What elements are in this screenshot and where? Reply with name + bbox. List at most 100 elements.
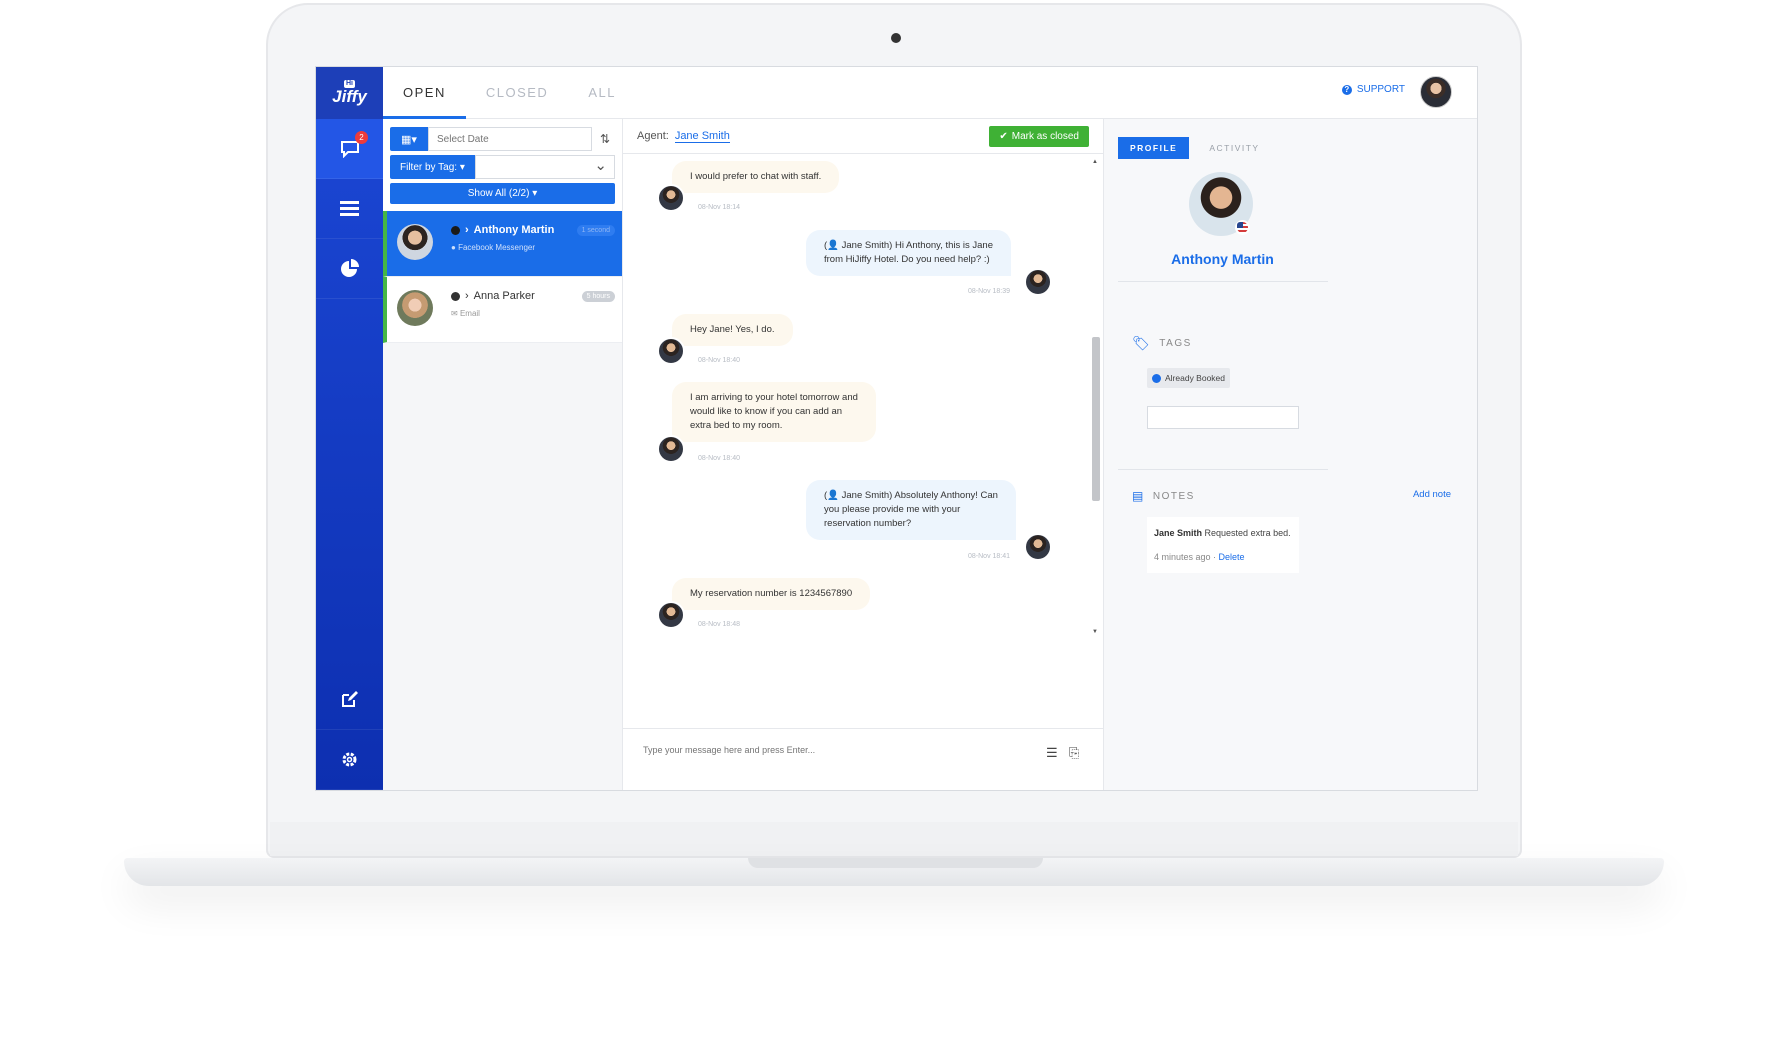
message-bubble: (👤 Jane Smith) Absolutely Anthony! Can y… (806, 480, 1016, 540)
message-bubble: My reservation number is 1234567890 (672, 578, 871, 610)
app-screen: Hi Jiffy 2 OPEN CLOSED ALL ? SUPPORT ▦▾ … (315, 66, 1478, 791)
message-time: 08-Nov 18:39 (968, 288, 1011, 295)
note-card: Jane Smith Requested extra bed. 4 minute… (1147, 517, 1299, 573)
tags-heading: 🏷 TAGS (1132, 335, 1192, 352)
laptop-notch (748, 858, 1043, 868)
chevron-right-icon: › (465, 224, 469, 236)
list-icon (340, 200, 359, 216)
scroll-up-icon[interactable]: ▲ (1092, 159, 1098, 165)
agent-avatar (1024, 533, 1052, 561)
tags-label: TAGS (1159, 338, 1192, 349)
scroll-thumb[interactable] (1092, 337, 1100, 501)
message-line: you please provide me with your (824, 504, 961, 515)
scroll-down-icon[interactable]: ▼ (1092, 629, 1098, 635)
tag-icon: 🏷 (1132, 335, 1152, 351)
attachment-icon[interactable]: ⎘ (1069, 745, 1079, 761)
message-bubble: Hey Jane! Yes, I do. (672, 314, 793, 346)
rail-list-button[interactable] (316, 179, 383, 239)
help-icon: ? (1341, 84, 1352, 95)
message-bubble: I would prefer to chat with staff. (672, 161, 840, 193)
logo-name: Jiffy (332, 87, 367, 106)
contact-name: Anthony Martin (473, 224, 555, 236)
gear-icon (342, 752, 357, 767)
tag-color-dot (1152, 373, 1161, 383)
user-avatar[interactable] (1420, 76, 1452, 108)
rail-compose-button[interactable] (316, 670, 383, 730)
app-logo[interactable]: Hi Jiffy (316, 67, 383, 119)
profile-panel: PROFILE ACTIVITY Anthony Martin 🏷 TAGS A… (1104, 119, 1477, 790)
laptop-camera (891, 33, 901, 43)
message-line: extra bed to my room. (690, 420, 783, 431)
quick-replies-icon[interactable]: ☰ (1046, 745, 1058, 761)
tag-chip[interactable]: Already Booked (1147, 368, 1231, 388)
check-icon: ✔ (999, 131, 1008, 142)
date-input[interactable] (428, 127, 592, 151)
calendar-icon: ▦▾ (401, 133, 417, 146)
rail-settings-button[interactable] (316, 730, 383, 790)
chat-scrollbar[interactable]: ▲ ▼ (1091, 159, 1101, 635)
top-bar: OPEN CLOSED ALL ? SUPPORT (383, 67, 1477, 119)
note-time: 4 minutes ago (1154, 552, 1211, 562)
show-all-button[interactable]: Show All (2/2) ▾ (390, 183, 615, 204)
notes-heading: ▤ NOTES (1132, 489, 1195, 503)
conversation-list: ▦▾ ⇅ Filter by Tag: ▾ Show All (2/2) ▾ ›… (383, 119, 623, 790)
agent-avatar (1024, 268, 1052, 296)
message-line: My reservation number is 1234567890 (690, 588, 853, 599)
support-link[interactable]: ? SUPPORT (1341, 84, 1405, 95)
contact-avatar (657, 337, 685, 365)
contact-avatar (657, 435, 685, 463)
delete-note-link[interactable]: Delete (1219, 552, 1245, 562)
message-bubble: (👤 Jane Smith) Hi Anthony, this is Jane … (806, 230, 1012, 276)
tab-all[interactable]: ALL (568, 67, 636, 118)
agent-name-link[interactable]: Jane Smith (674, 130, 730, 143)
pie-chart-icon (340, 258, 359, 277)
contact-avatar (657, 184, 685, 212)
rail-reports-button[interactable] (316, 239, 383, 299)
notes-label: NOTES (1152, 490, 1195, 502)
tab-closed[interactable]: CLOSED (466, 67, 568, 118)
contact-avatar (397, 290, 433, 326)
message-line: from HiJiffy Hotel. Do you need help? :) (824, 254, 990, 265)
contact-avatar (657, 601, 685, 629)
calendar-dropdown-button[interactable]: ▦▾ (390, 127, 428, 151)
message-line: (👤 Jane Smith) Absolutely Anthony! Can (824, 490, 998, 501)
divider (1118, 469, 1328, 470)
tag-select[interactable] (474, 155, 615, 179)
conversation-item[interactable]: › Anthony Martin ● Facebook Messenger 1 s… (383, 211, 622, 277)
message-bubble: I am arriving to your hotel tomorrow and… (672, 382, 876, 442)
sort-icon[interactable]: ⇅ (600, 132, 610, 146)
tab-profile[interactable]: PROFILE (1118, 137, 1190, 159)
messenger-icon: ● (451, 243, 456, 252)
channel-label: Email (459, 309, 480, 318)
filter-by-tag-label: Filter by Tag: (400, 161, 458, 173)
agent-label: Agent: (637, 130, 669, 142)
message-input[interactable] (643, 745, 1013, 755)
message-line: (👤 Jane Smith) Hi Anthony, this is Jane (824, 240, 994, 251)
email-icon: ✉ (451, 309, 458, 318)
rail-conversations-button[interactable]: 2 (316, 119, 383, 179)
mark-as-closed-button[interactable]: ✔ Mark as closed (989, 126, 1089, 147)
filter-by-tag-button[interactable]: Filter by Tag: ▾ (390, 155, 475, 179)
add-note-link[interactable]: Add note (1413, 489, 1451, 500)
agent-mini-avatar (451, 225, 460, 235)
note-text: Requested extra bed. (1204, 528, 1291, 538)
profile-name: Anthony Martin (1171, 251, 1274, 267)
note-icon: ▤ (1132, 489, 1145, 503)
message-line: would like to know if you can add an (690, 406, 843, 417)
add-tag-input[interactable] (1147, 406, 1299, 429)
edit-icon (342, 691, 358, 707)
contact-avatar (397, 224, 433, 260)
tab-open[interactable]: OPEN (383, 67, 466, 119)
time-badge: 5 hours (581, 291, 615, 302)
unread-badge: 2 (355, 131, 368, 144)
mark-closed-label: Mark as closed (1011, 131, 1079, 142)
show-all-label: Show All (2/2) (467, 188, 530, 199)
chat-panel: Agent: Jane Smith ✔ Mark as closed I wou… (623, 119, 1104, 790)
chevron-right-icon: › (465, 290, 469, 302)
agent-mini-avatar (451, 291, 460, 301)
message-time: 08-Nov 18:40 (698, 357, 741, 364)
message-time: 08-Nov 18:14 (698, 204, 741, 211)
conversation-item[interactable]: › Anna Parker ✉ Email 5 hours (383, 277, 622, 343)
message-line: I am arriving to your hotel tomorrow and (690, 392, 858, 403)
tab-activity[interactable]: ACTIVITY (1197, 137, 1271, 159)
